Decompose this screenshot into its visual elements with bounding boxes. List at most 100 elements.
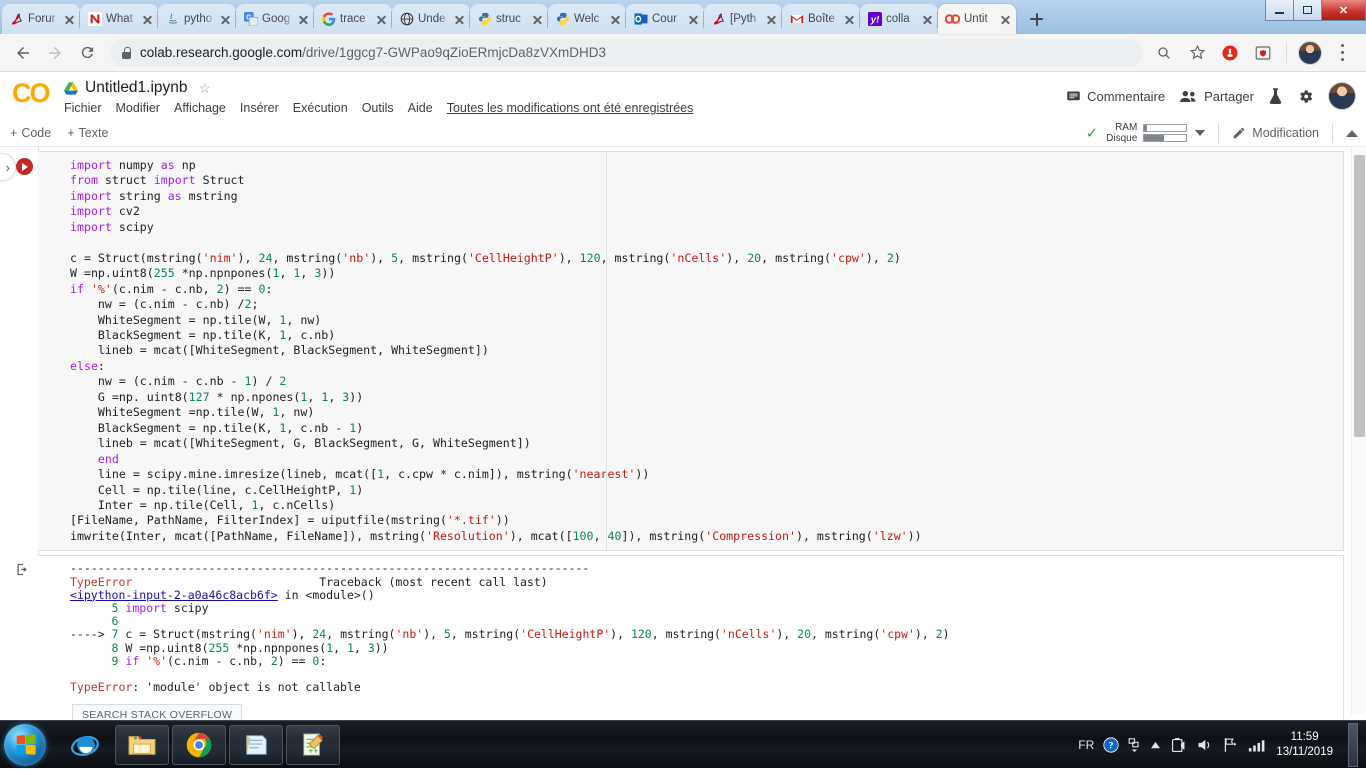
add-code-button[interactable]: + Code: [10, 126, 51, 140]
lock-icon: [122, 46, 131, 59]
show-desktop-button[interactable]: [1348, 723, 1358, 767]
signal-icon[interactable]: [1248, 738, 1267, 753]
menu-affichage[interactable]: Affichage: [174, 101, 226, 115]
scrollbar-thumb[interactable]: [1354, 155, 1365, 437]
menu-aide[interactable]: Aide: [408, 101, 433, 115]
adblock-icon[interactable]: [1215, 38, 1245, 68]
tab-close-icon[interactable]: [63, 13, 76, 26]
profile-avatar[interactable]: [1295, 38, 1325, 68]
clock[interactable]: 11:59 13/11/2019: [1276, 730, 1333, 760]
browser-tab[interactable]: Welc: [548, 4, 626, 34]
notebook-title[interactable]: Untitled1.ipynb: [85, 79, 188, 97]
comment-label: Commentaire: [1087, 88, 1166, 104]
tab-title: Forur: [28, 13, 56, 25]
browser-tab[interactable]: What: [80, 4, 158, 34]
colab-header-actions: Commentaire Partager: [1066, 82, 1356, 110]
menu-modifier[interactable]: Modifier: [116, 101, 160, 115]
reload-button[interactable]: [72, 38, 102, 68]
tab-close-icon[interactable]: [297, 13, 310, 26]
address-bar[interactable]: colab.research.google.com/drive/1ggcg7-G…: [110, 38, 1143, 67]
run-cell-button[interactable]: [15, 158, 33, 175]
code-cell[interactable]: import numpy as np from struct import St…: [15, 151, 1344, 552]
browser-tab[interactable]: Forur: [2, 4, 80, 34]
menu-execution[interactable]: Exécution: [293, 101, 348, 115]
show-hidden-icons-button[interactable]: [1128, 737, 1141, 753]
comment-button[interactable]: Commentaire: [1066, 89, 1165, 104]
menu-fichier[interactable]: Fichier: [64, 101, 102, 115]
minimize-button[interactable]: [1265, 0, 1294, 21]
menu-inserer[interactable]: Insérer: [240, 101, 279, 115]
notepad-icon[interactable]: [229, 724, 283, 765]
save-status[interactable]: Toutes les modifications ont été enregis…: [447, 101, 694, 115]
divider: [1218, 123, 1220, 143]
tab-close-icon[interactable]: [765, 13, 778, 26]
flask-icon[interactable]: [1268, 87, 1283, 105]
account-avatar[interactable]: [1328, 82, 1356, 110]
globe-icon: [399, 12, 414, 27]
star-icon[interactable]: ☆: [199, 80, 212, 97]
browser-tab[interactable]: pytho: [158, 4, 236, 34]
browser-tab[interactable]: y! colla: [860, 4, 938, 34]
chevron-down-icon[interactable]: [1195, 130, 1206, 136]
tab-close-icon[interactable]: [609, 13, 622, 26]
tab-close-icon[interactable]: [219, 13, 232, 26]
file-explorer-icon[interactable]: [115, 724, 169, 765]
notepad-plus-plus-icon[interactable]: ++: [286, 724, 340, 765]
clock-time: 11:59: [1290, 731, 1319, 743]
acrobat-icon: [9, 12, 24, 27]
tab-close-icon[interactable]: [141, 13, 154, 26]
share-button[interactable]: Partager: [1179, 89, 1254, 104]
shield-extension-icon[interactable]: [1248, 38, 1278, 68]
gear-icon[interactable]: [1297, 88, 1314, 105]
tab-close-icon[interactable]: [687, 13, 700, 26]
browser-tab[interactable]: trace: [314, 4, 392, 34]
system-tray: FR ? 11:59 13/11/2019: [1078, 721, 1366, 769]
browser-tab[interactable]: Boîte: [782, 4, 860, 34]
add-text-button[interactable]: + Texte: [67, 126, 108, 140]
vertical-scrollbar[interactable]: [1351, 147, 1366, 714]
close-window-button[interactable]: ✕: [1321, 0, 1366, 21]
forward-button[interactable]: [40, 38, 70, 68]
tab-close-icon[interactable]: [531, 13, 544, 26]
chrome-menu-icon[interactable]: [1328, 38, 1358, 68]
network-icon[interactable]: [1222, 737, 1239, 753]
gmail-icon: [789, 12, 804, 27]
windows-taskbar: ++ FR ? 11:59 13/11/2019: [0, 720, 1366, 768]
tab-close-icon[interactable]: [999, 13, 1012, 26]
help-icon[interactable]: ?: [1103, 737, 1119, 753]
back-button[interactable]: [8, 38, 38, 68]
browser-tab[interactable]: struc: [470, 4, 548, 34]
volume-icon[interactable]: [1196, 737, 1213, 753]
bookmark-star-icon[interactable]: [1182, 38, 1212, 68]
tab-title: trace: [340, 13, 366, 25]
battery-icon[interactable]: [1170, 737, 1187, 754]
tab-close-icon[interactable]: [843, 13, 856, 26]
edit-mode-button[interactable]: Modification: [1232, 126, 1319, 140]
colab-logo: CO: [12, 78, 51, 108]
browser-tab[interactable]: Cour: [626, 4, 704, 34]
browser-tab[interactable]: G Goog: [236, 4, 314, 34]
language-indicator[interactable]: FR: [1078, 738, 1094, 752]
tray-expand-arrow[interactable]: [1150, 741, 1161, 750]
browser-tab[interactable]: Untit: [938, 4, 1016, 34]
acrobat-icon: [711, 12, 726, 27]
menu-outils[interactable]: Outils: [362, 101, 394, 115]
browser-tab[interactable]: Unde: [392, 4, 470, 34]
internet-explorer-icon[interactable]: [58, 725, 112, 765]
browser-tab[interactable]: [Pyth: [704, 4, 782, 34]
tab-close-icon[interactable]: [921, 13, 934, 26]
tab-title: Goog: [262, 13, 291, 25]
plus-icon: +: [10, 126, 18, 140]
chrome-icon[interactable]: [172, 724, 226, 765]
tab-close-icon[interactable]: [375, 13, 388, 26]
tab-close-icon[interactable]: [453, 13, 466, 26]
search-icon[interactable]: [1149, 38, 1179, 68]
new-tab-button[interactable]: [1022, 6, 1050, 32]
windows-start-orb[interactable]: [4, 723, 46, 766]
chevron-up-icon[interactable]: [1346, 129, 1358, 137]
restore-button[interactable]: [1293, 0, 1322, 21]
resource-meter[interactable]: RAM Disque: [1106, 122, 1188, 144]
browser-toolbar: colab.research.google.com/drive/1ggcg7-G…: [0, 34, 1366, 72]
drive-icon: [64, 81, 78, 95]
code-editor[interactable]: import numpy as np from struct import St…: [38, 152, 1343, 550]
